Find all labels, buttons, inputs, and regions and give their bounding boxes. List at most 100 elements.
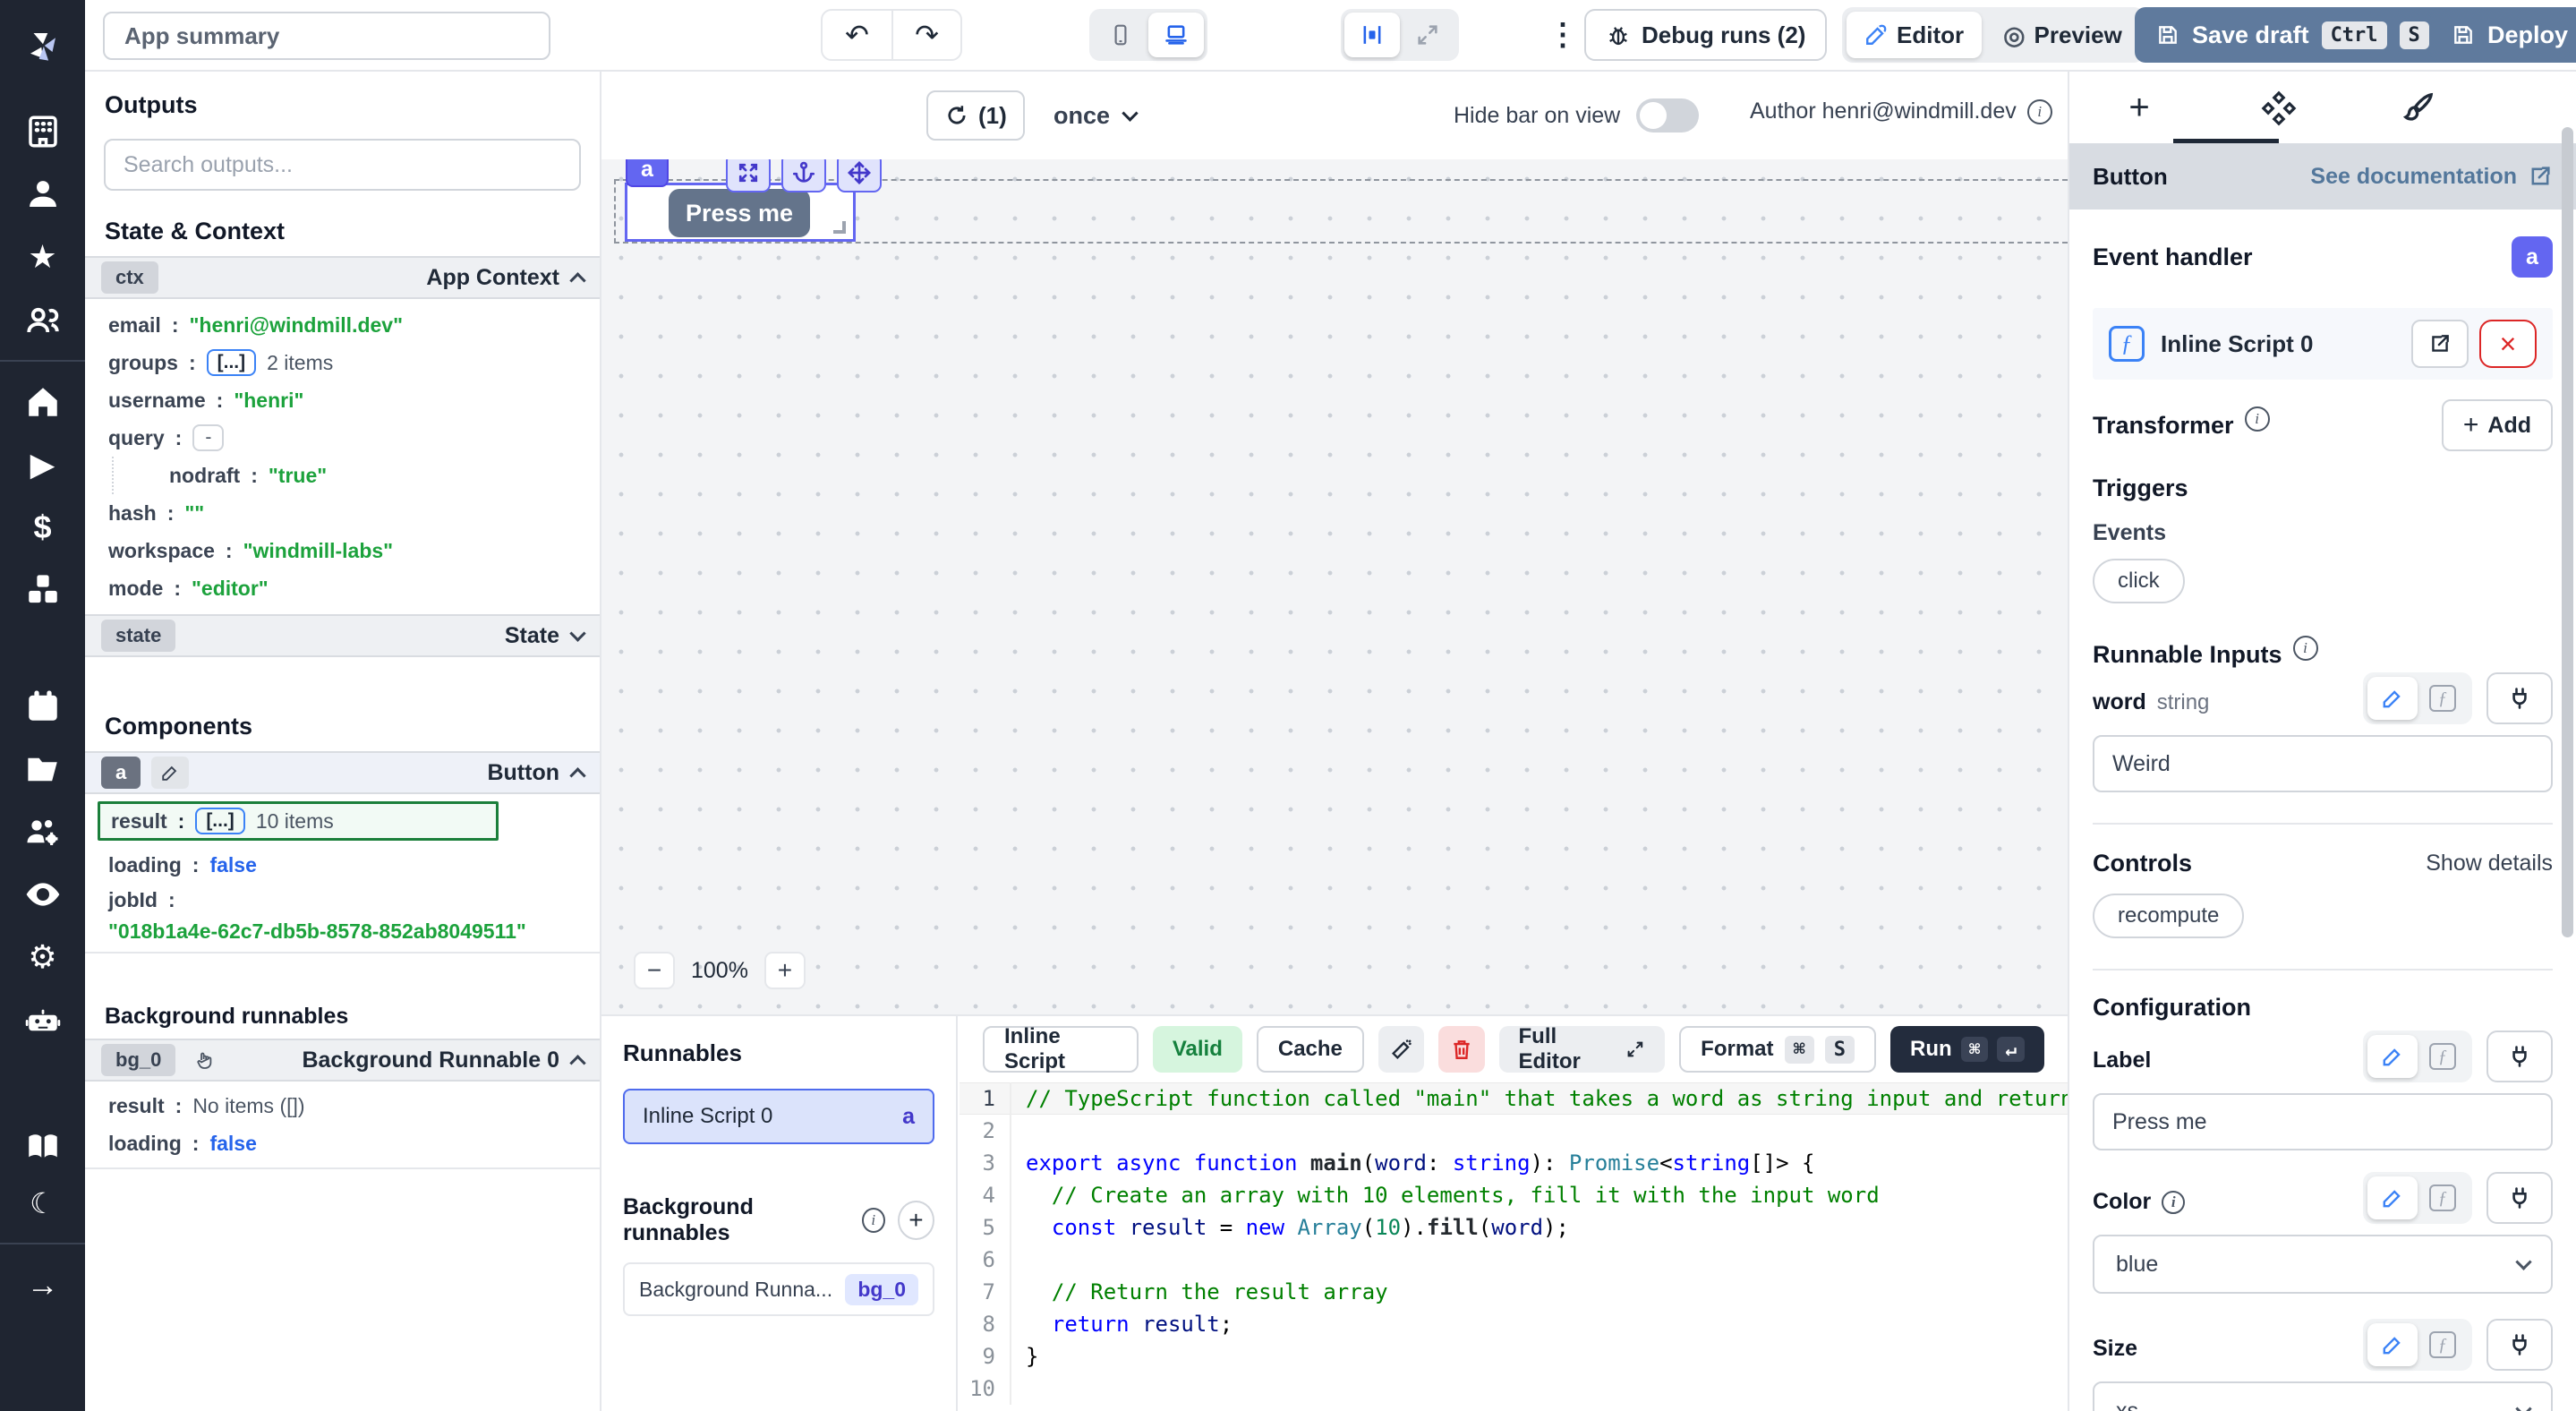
run-button[interactable]: Run ⌘ ↵ <box>1890 1026 2044 1073</box>
info-icon[interactable]: i <box>2293 636 2318 661</box>
bg0-result-row[interactable]: result:No items ([]) <box>85 1087 600 1125</box>
word-value-input[interactable] <box>2093 735 2553 792</box>
canvas-grid[interactable]: Press me a <box>601 159 2068 1014</box>
expand-chevron-icon[interactable] <box>569 625 585 641</box>
see-documentation-link[interactable]: See documentation <box>2310 164 2553 190</box>
app-summary-input[interactable] <box>103 12 550 60</box>
code-line[interactable]: 9} <box>960 1340 2068 1373</box>
jobid-value[interactable]: "018b1a4e-62c7-db5b-8578-852ab8049511" <box>85 916 600 946</box>
expand-sidebar-arrow-icon[interactable]: → <box>0 1253 85 1316</box>
label-value-input[interactable] <box>2093 1093 2553 1150</box>
anchor-handle-icon[interactable] <box>781 159 826 192</box>
undo-button[interactable]: ↶ <box>823 11 891 59</box>
button-component-preview[interactable]: Press me <box>669 189 810 237</box>
component-id-tag[interactable]: a <box>626 159 669 187</box>
collapse-chevron-icon[interactable] <box>569 272 585 288</box>
remove-script-button[interactable]: × <box>2479 320 2537 368</box>
static-pencil-mode-icon[interactable] <box>2367 1323 2418 1366</box>
code-line[interactable]: 2 <box>960 1115 2068 1147</box>
move-handle-icon[interactable] <box>837 159 882 192</box>
code-line[interactable]: 8 return result; <box>960 1308 2068 1340</box>
groups-icon[interactable] <box>0 288 85 351</box>
zoom-out-button[interactable]: − <box>634 952 675 989</box>
connect-plug-button[interactable] <box>2486 1030 2553 1082</box>
resize-handle[interactable] <box>833 221 846 234</box>
redo-button[interactable]: ↷ <box>891 11 960 59</box>
center-content-button[interactable] <box>1344 13 1400 57</box>
desktop-view-button[interactable] <box>1148 13 1204 57</box>
color-select[interactable]: blue <box>2093 1235 2553 1294</box>
empty-object-badge[interactable]: - <box>192 424 224 451</box>
state-section-header[interactable]: state State <box>85 614 600 657</box>
preview-tab[interactable]: ◎ Preview <box>1985 12 2140 58</box>
windmill-logo-icon[interactable] <box>0 14 85 77</box>
eval-function-mode-icon[interactable]: ƒ <box>2418 677 2468 720</box>
settings-gear-icon[interactable]: ⚙ <box>0 926 85 988</box>
loading-row[interactable]: loading:false <box>85 846 600 884</box>
drag-hand-icon[interactable] <box>186 1044 224 1076</box>
ctx-row[interactable]: groups:[...]2 items <box>85 344 600 381</box>
workspace-icon[interactable] <box>0 100 85 163</box>
eval-function-mode-icon[interactable]: ƒ <box>2418 1323 2468 1366</box>
ctx-row[interactable]: username:"henri" <box>85 381 600 419</box>
variables-dollar-icon[interactable]: $ <box>0 496 85 559</box>
expand-array-badge[interactable]: [...] <box>207 349 257 376</box>
favorites-star-icon[interactable]: ★ <box>0 226 85 288</box>
code-line[interactable]: 10 <box>960 1373 2068 1405</box>
size-select[interactable]: xs <box>2093 1381 2553 1411</box>
code-line[interactable]: 3export async function main(word: string… <box>960 1147 2068 1179</box>
static-pencil-mode-icon[interactable] <box>2367 677 2418 720</box>
full-editor-button[interactable]: Full Editor <box>1499 1026 1666 1073</box>
background-runnable-item[interactable]: Background Runna... bg_0 <box>623 1262 934 1316</box>
cache-button[interactable]: Cache <box>1257 1026 1364 1073</box>
code-line[interactable]: 4 // Create an array with 10 elements, f… <box>960 1179 2068 1211</box>
add-background-runnable-button[interactable]: + <box>898 1201 934 1240</box>
collapse-chevron-icon[interactable] <box>569 767 585 783</box>
code-line[interactable]: 1// TypeScript function called "main" th… <box>960 1082 2068 1115</box>
schedule-dropdown[interactable]: once <box>1053 90 1136 141</box>
resources-cubes-icon[interactable] <box>0 559 85 621</box>
selected-component-outline[interactable]: Press me a <box>625 183 856 242</box>
bg0-section-header[interactable]: bg_0 Background Runnable 0 <box>85 1039 600 1082</box>
expand-array-badge[interactable]: [...] <box>195 808 245 834</box>
audit-eye-icon[interactable] <box>0 863 85 926</box>
refresh-runnables-button[interactable]: (1) <box>926 90 1025 141</box>
more-options-kebab-icon[interactable]: ⋮ <box>1541 13 1584 57</box>
search-outputs-input[interactable] <box>104 139 581 191</box>
static-pencil-mode-icon[interactable] <box>2367 1176 2418 1219</box>
language-pill[interactable]: Inline Script <box>983 1026 1139 1073</box>
ai-robot-icon[interactable] <box>0 988 85 1051</box>
button-component-header[interactable]: a Button <box>85 751 600 794</box>
connect-plug-button[interactable] <box>2486 1172 2553 1224</box>
delete-script-button[interactable] <box>1438 1026 1484 1073</box>
user-icon[interactable] <box>0 163 85 226</box>
info-icon[interactable]: i <box>2027 99 2052 124</box>
scrollbar-thumb[interactable] <box>2562 127 2573 937</box>
info-icon[interactable]: i <box>2162 1191 2185 1214</box>
ctx-row[interactable]: email:"henri@windmill.dev" <box>85 306 600 344</box>
info-icon[interactable]: i <box>862 1208 885 1233</box>
workers-users-gear-icon[interactable] <box>0 800 85 863</box>
edit-id-pencil-icon[interactable] <box>151 757 189 789</box>
mobile-view-button[interactable] <box>1093 13 1148 57</box>
jobid-row[interactable]: jobId: <box>85 884 600 916</box>
open-script-button[interactable] <box>2411 320 2469 368</box>
component-settings-tab[interactable] <box>2252 81 2306 134</box>
ctx-row[interactable]: mode:"editor" <box>85 569 600 607</box>
result-output-row-selected[interactable]: result: [...] 10 items <box>98 801 499 841</box>
code-editor[interactable]: 1// TypeScript function called "main" th… <box>960 1082 2068 1411</box>
ctx-section-header[interactable]: ctx App Context <box>85 256 600 299</box>
recompute-pill[interactable]: recompute <box>2093 894 2244 938</box>
expand-handle-icon[interactable] <box>726 159 771 192</box>
ai-wand-button[interactable] <box>1378 1026 1424 1073</box>
debug-runs-button[interactable]: Debug runs (2) <box>1584 9 1827 61</box>
show-details-link[interactable]: Show details <box>2426 851 2553 877</box>
schedules-calendar-icon[interactable] <box>0 675 85 738</box>
eval-function-mode-icon[interactable]: ƒ <box>2418 1035 2468 1078</box>
inline-script-row[interactable]: ƒ Inline Script 0 × <box>2093 308 2553 380</box>
runnable-item-selected[interactable]: Inline Script 0 a <box>623 1089 934 1144</box>
ctx-row[interactable]: query:- <box>85 419 600 457</box>
click-event-pill[interactable]: click <box>2093 559 2185 603</box>
hide-bar-toggle[interactable] <box>1636 98 1699 133</box>
full-width-button[interactable] <box>1400 13 1455 57</box>
